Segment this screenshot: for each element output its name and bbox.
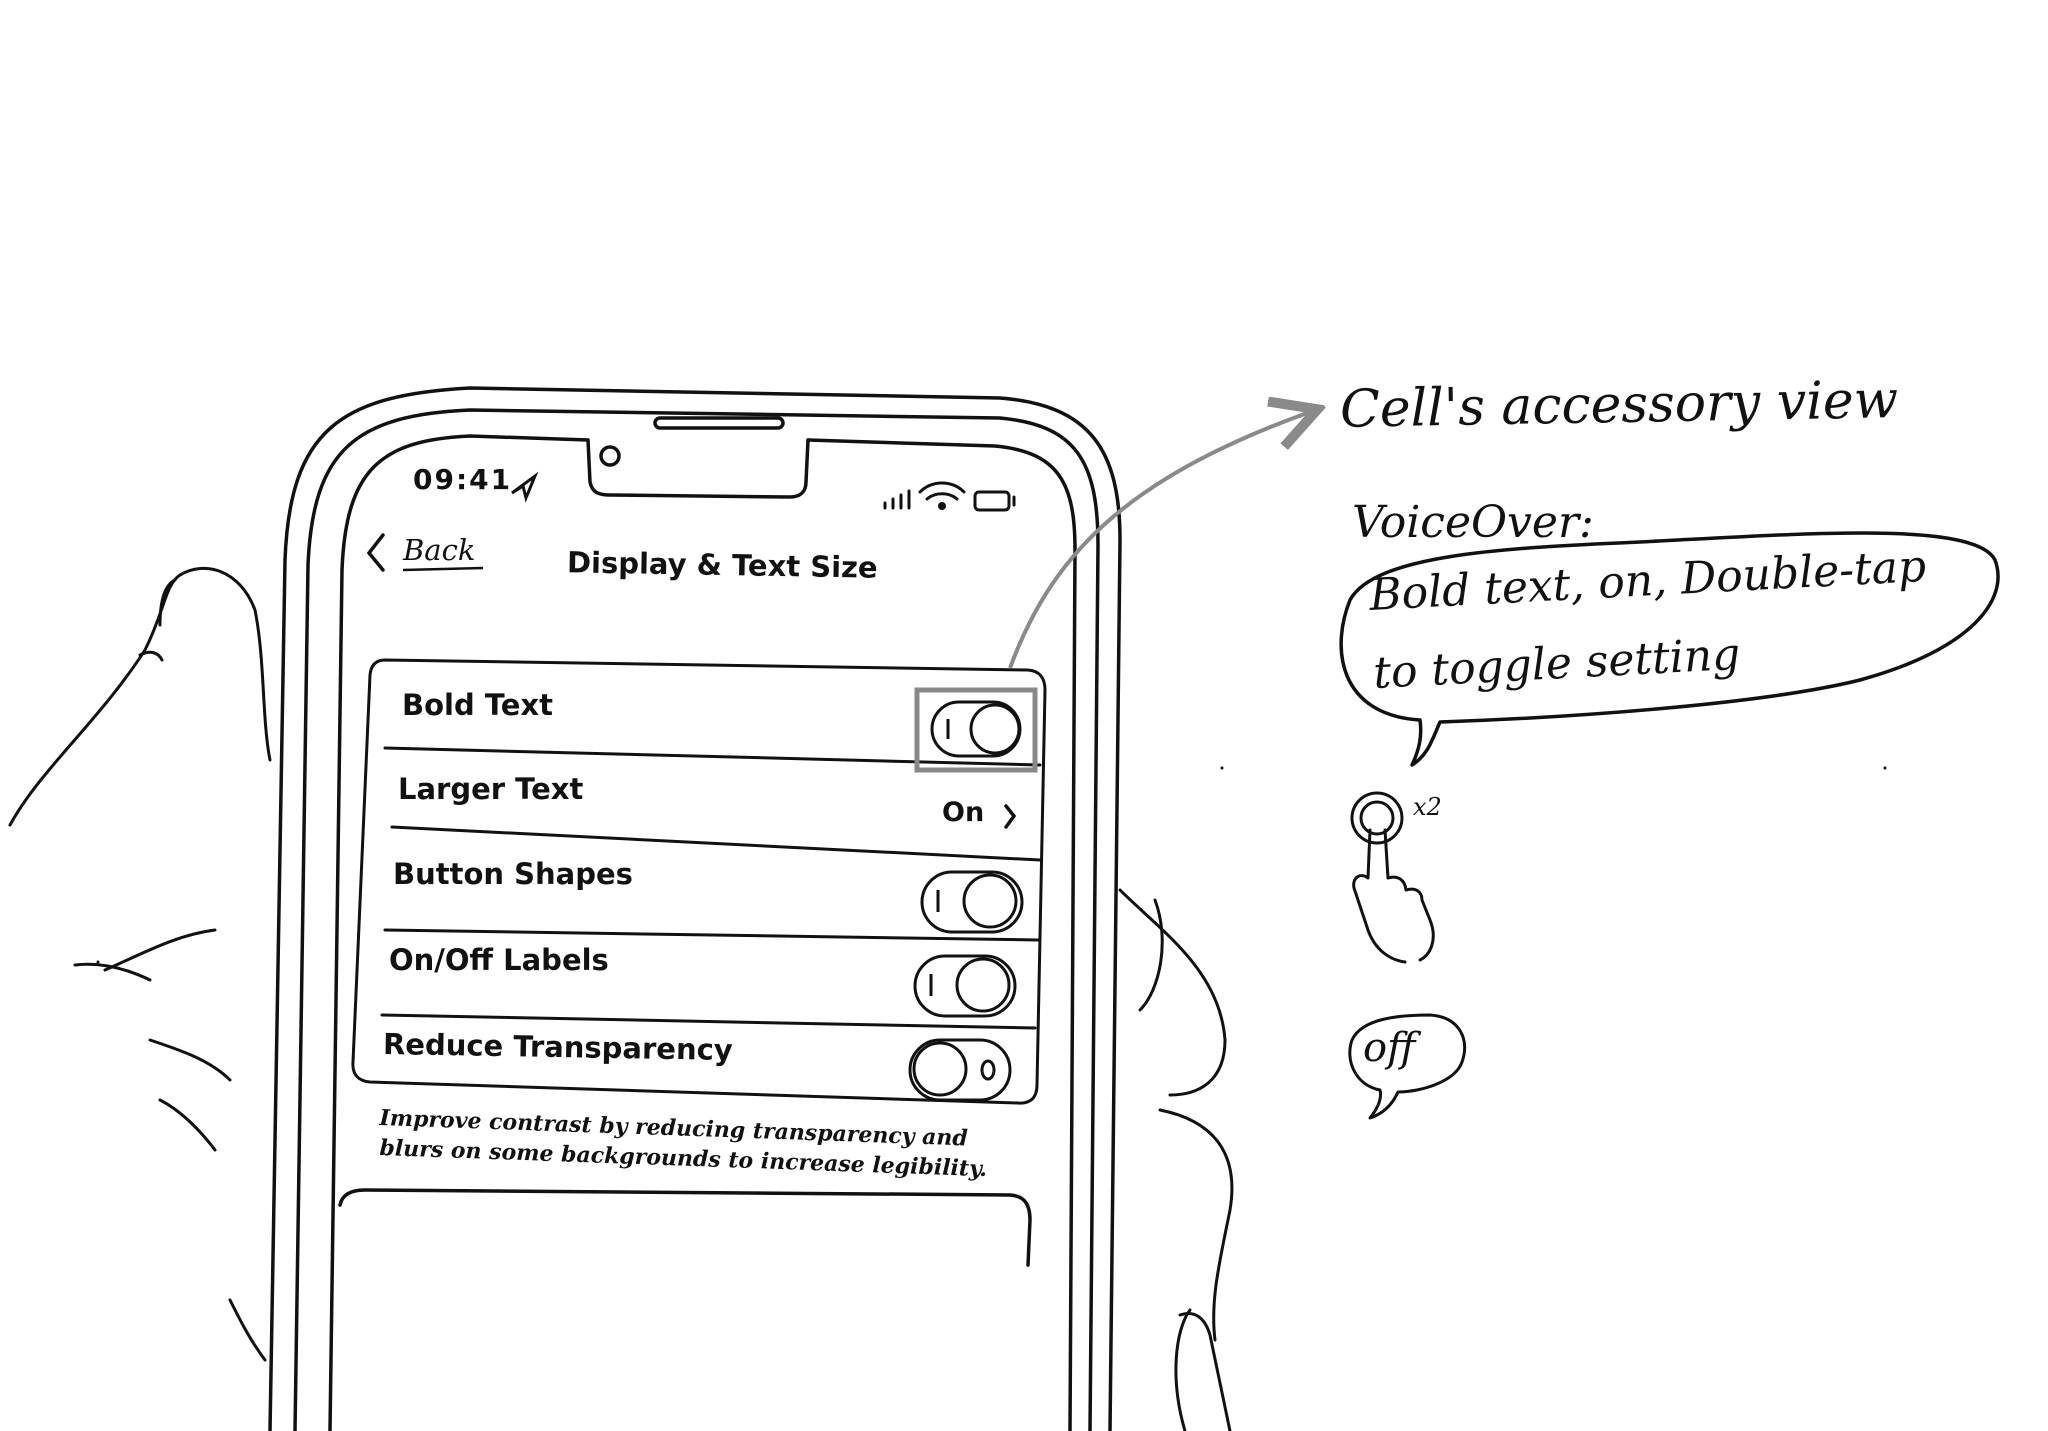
chevron-left-icon xyxy=(366,533,385,572)
button-shapes-toggle xyxy=(920,870,1024,934)
larger-text-value: On xyxy=(942,797,985,828)
reduce-transparency-toggle xyxy=(908,1038,1012,1102)
phone-frame xyxy=(268,386,1122,1431)
status-time: 09:41 xyxy=(413,463,513,496)
off-bubble-label: off xyxy=(1363,1025,1416,1071)
voiceover-heading: VoiceOver: xyxy=(1352,497,1594,548)
hand-drawing xyxy=(8,566,1234,1431)
accessory-view-label: Cell's accessory view xyxy=(1339,370,1899,440)
status-icons xyxy=(511,471,1016,512)
chevron-right-icon xyxy=(1004,804,1017,829)
on-off-labels-toggle xyxy=(913,954,1017,1018)
row-label-button-shapes: Button Shapes xyxy=(393,857,633,891)
bold-text-toggle xyxy=(930,700,1022,758)
callout-arrow xyxy=(1008,412,1310,669)
location-icon xyxy=(511,471,539,503)
row-label-larger-text[interactable]: Larger Text xyxy=(398,772,583,806)
row-label-on-off-labels: On/Off Labels xyxy=(389,943,609,977)
sketch-illustration xyxy=(8,386,2000,1431)
tap-count-label: x2 xyxy=(1413,793,1442,821)
back-underline xyxy=(402,566,484,572)
back-button[interactable]: Back xyxy=(403,533,475,567)
battery-icon xyxy=(973,490,1016,512)
nav-title: Display & Text Size xyxy=(566,545,878,585)
wifi-icon xyxy=(918,481,966,510)
row-label-reduce-transparency: Reduce Transparency xyxy=(382,1026,734,1068)
row-label-bold-text: Bold Text xyxy=(402,688,553,722)
signal-icon xyxy=(883,489,911,510)
